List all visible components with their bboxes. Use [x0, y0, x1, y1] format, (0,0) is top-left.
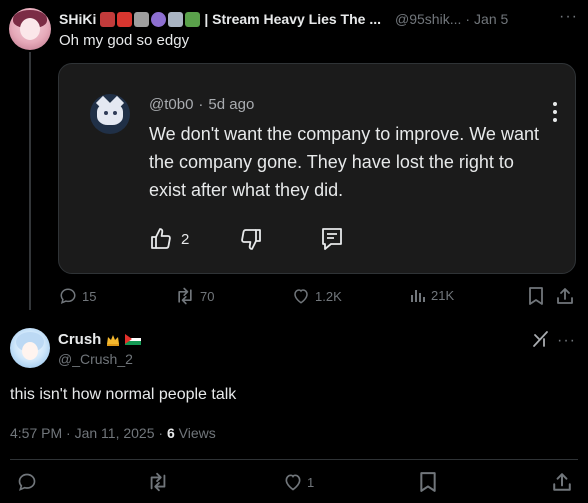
- share-icon: [557, 288, 573, 304]
- embedded-avatar: [90, 94, 130, 134]
- share-action[interactable]: [556, 287, 574, 305]
- like-button[interactable]: 1: [283, 472, 314, 492]
- embedded-handle: @t0b0: [149, 96, 194, 113]
- heart-icon: [294, 289, 308, 304]
- emoji-icon: [117, 11, 133, 27]
- post-date[interactable]: Jan 5: [474, 11, 508, 27]
- thumbs-up-icon: [151, 228, 171, 249]
- author-handle[interactable]: @_Crush_2: [58, 351, 133, 367]
- author-name[interactable]: Crush: [58, 331, 101, 348]
- separator: ·: [198, 96, 204, 113]
- embedded-actions: 2: [149, 227, 343, 251]
- post-text: this isn't how normal people talk: [10, 386, 237, 403]
- reply-button[interactable]: [17, 472, 37, 492]
- like-count: 1: [307, 474, 315, 490]
- more-options-icon[interactable]: ···: [559, 8, 578, 26]
- avatar[interactable]: [9, 8, 51, 50]
- bookmark-icon: [529, 287, 543, 305]
- author-title[interactable]: | Stream Heavy Lies The ...: [204, 11, 381, 27]
- post-timestamp[interactable]: 4:57 PM · Jan 11, 2025 · 6 Views: [10, 425, 216, 441]
- author-name-row: Crush: [58, 331, 142, 348]
- reply-icon: [18, 473, 36, 491]
- embedded-age: 5d ago: [208, 96, 255, 113]
- post-time[interactable]: 4:57 PM · Jan 11, 2025 ·: [10, 425, 167, 441]
- emoji-icon: [134, 11, 150, 27]
- palestine-flag-icon: [125, 334, 142, 345]
- post-header: SHiKi | Stream Heavy Lies The ... @95shi…: [59, 10, 578, 28]
- emoji-icon: [168, 11, 184, 27]
- embedded-like-count: 2: [181, 230, 190, 248]
- share-button[interactable]: [552, 472, 572, 492]
- bookmark-icon: [420, 472, 436, 492]
- embedded-image-card[interactable]: @t0b0 · 5d ago We don't want the company t…: [58, 63, 576, 274]
- repost-icon: [150, 472, 166, 492]
- bookmark-action[interactable]: [528, 287, 544, 305]
- like-action[interactable]: 1.2K: [292, 287, 342, 305]
- action-bar: 1: [0, 470, 588, 496]
- repost-action[interactable]: 70: [175, 287, 214, 305]
- reply-icon: [60, 288, 76, 305]
- thread-line: [29, 52, 31, 310]
- kebab-menu-icon: [553, 102, 557, 126]
- emoji-icon: [151, 11, 167, 27]
- like-count: 1.2K: [315, 288, 342, 304]
- comment-icon: [322, 228, 343, 250]
- views-count: 6: [166, 425, 175, 441]
- reply-count: 15: [82, 288, 97, 304]
- views-count: 21K: [431, 287, 455, 303]
- embedded-like: 2: [149, 227, 189, 251]
- views-label: Views: [174, 425, 216, 441]
- divider: [10, 459, 578, 460]
- repost-count: 70: [200, 288, 215, 304]
- repost-button[interactable]: [147, 472, 169, 492]
- emoji-icon: [185, 11, 201, 27]
- separator: ·: [465, 11, 471, 27]
- analytics-icon: [411, 290, 425, 302]
- share-icon: [553, 473, 571, 491]
- repost-icon: [178, 287, 192, 305]
- embedded-meta: @t0b0 · 5d ago: [149, 96, 254, 113]
- grok-icon[interactable]: [532, 330, 550, 348]
- post-text: Oh my god so edgy: [59, 32, 190, 49]
- views-action[interactable]: 21K: [410, 287, 454, 303]
- more-options-icon[interactable]: ···: [557, 332, 576, 350]
- post-metrics: 15 70 1.2K 21K: [59, 287, 575, 307]
- avatar[interactable]: [10, 328, 50, 368]
- heart-icon: [285, 474, 301, 491]
- embedded-body: We don't want the company to improve. We…: [149, 124, 539, 200]
- emoji-icon: [100, 11, 116, 27]
- reply-action[interactable]: 15: [59, 287, 96, 305]
- author-handle[interactable]: @95shik...: [395, 11, 461, 27]
- author-name[interactable]: SHiKi: [59, 11, 96, 27]
- name-emojis: [100, 11, 201, 27]
- bookmark-button[interactable]: [419, 472, 437, 492]
- thumbs-down-icon: [241, 229, 262, 250]
- crown-emoji-icon: [107, 334, 120, 346]
